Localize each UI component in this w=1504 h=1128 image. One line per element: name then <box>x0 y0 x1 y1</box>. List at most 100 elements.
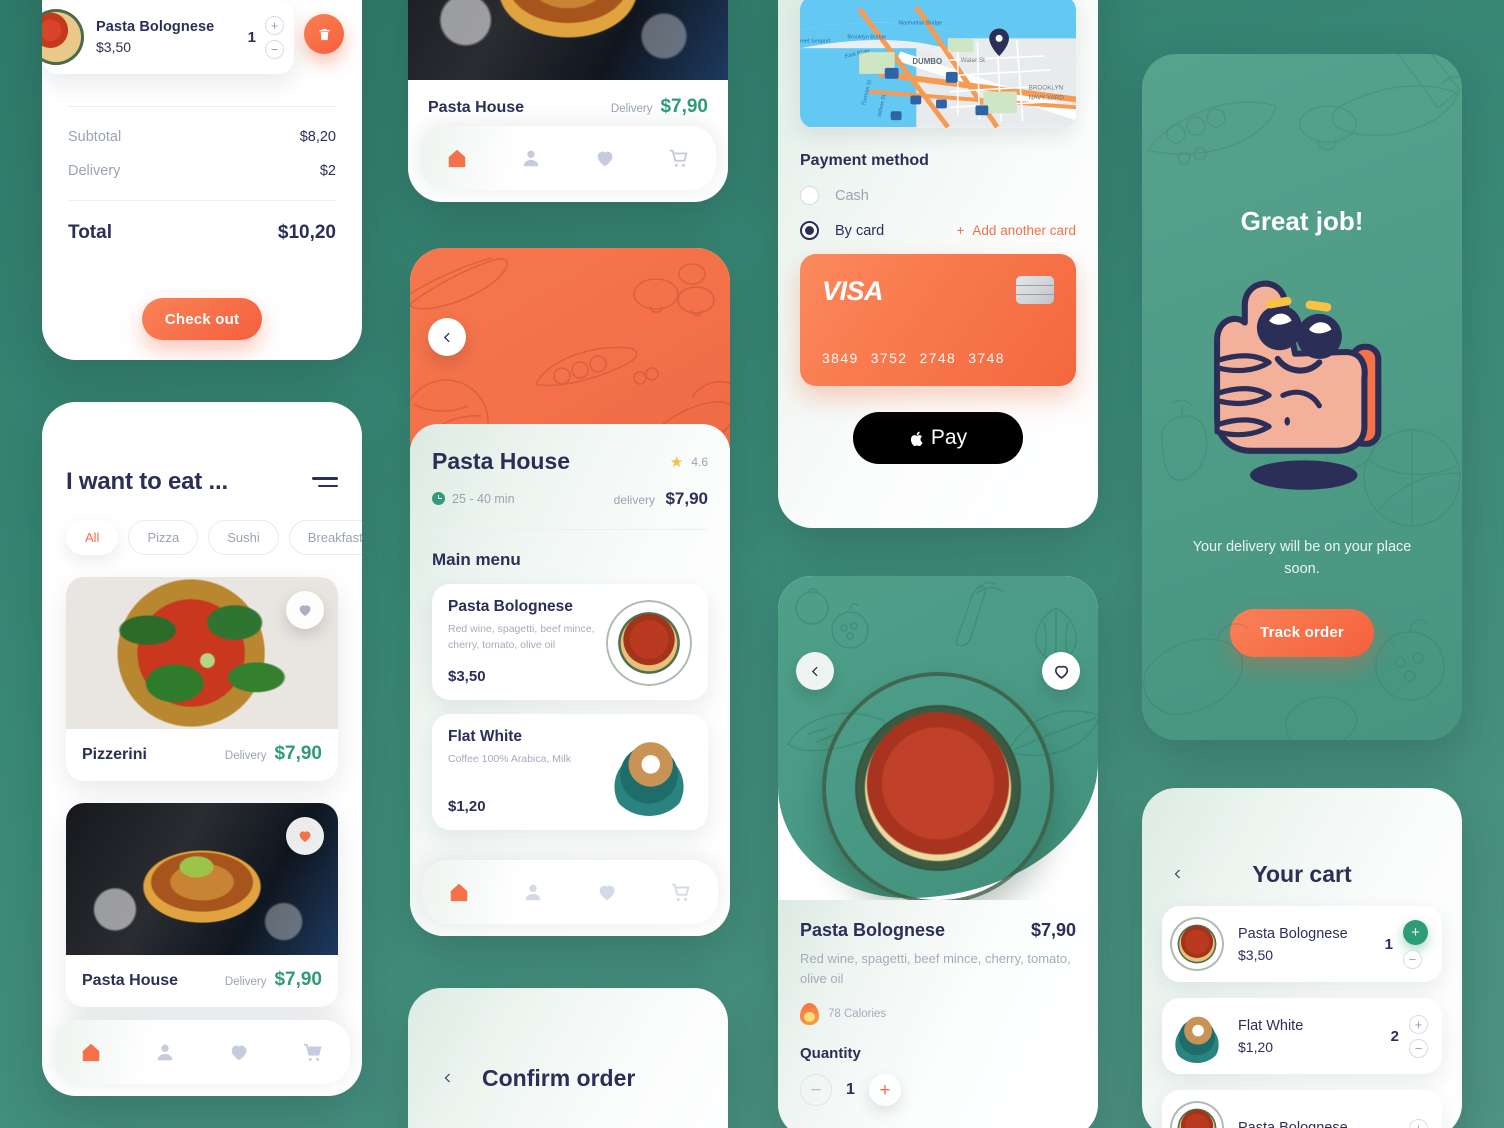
heart-icon[interactable] <box>228 1041 250 1063</box>
thumbs-up-mascot-icon <box>1214 280 1382 490</box>
mockup-stage: Pasta Bolognese $3,50 1 + − Subtotal $8,… <box>0 0 1504 1128</box>
favorite-button[interactable] <box>286 817 324 855</box>
menu-item-pasta-bolognese[interactable]: Pasta Bolognese Red wine, spagetti, beef… <box>432 584 708 700</box>
bottom-tab-bar <box>422 860 718 924</box>
home-icon[interactable] <box>448 881 470 903</box>
quantity-value: 1 <box>846 1081 855 1099</box>
chevron-left-icon <box>443 332 450 342</box>
restaurant-card-pasta-house[interactable]: Pasta House Delivery $7,90 <box>66 803 338 1007</box>
back-button[interactable] <box>1162 858 1194 890</box>
radio-by-card[interactable] <box>800 221 819 240</box>
restaurant-name: Pizzerini <box>82 746 147 763</box>
cart-item-name: Pasta Bolognese <box>96 19 215 35</box>
svg-text:Water St: Water St <box>961 57 986 64</box>
your-cart-screen: Your cart Pasta Bolognese $3,50 1 + − Fl… <box>1142 788 1462 1128</box>
chip-pizza[interactable]: Pizza <box>128 520 199 555</box>
increase-quantity-button[interactable]: + <box>1403 919 1428 945</box>
back-button[interactable] <box>428 318 466 356</box>
cart-list-item[interactable]: Flat White $1,20 2 + − <box>1162 998 1442 1074</box>
back-button[interactable] <box>432 1062 464 1094</box>
mushroom-illustration <box>633 263 715 317</box>
dish-price: $7,90 <box>1030 920 1076 940</box>
cart-item-name: Pasta Bolognese <box>1238 1120 1348 1128</box>
apple-pay-button[interactable]: Pay <box>853 412 1023 464</box>
delivery-map[interactable]: Manhattan Bridge Brooklyn Bridge East Ri… <box>800 0 1076 128</box>
bottom-tab-bar <box>54 1020 350 1084</box>
restaurant-name: Pasta House <box>82 972 179 989</box>
favorite-button[interactable] <box>286 591 324 629</box>
chip-sushi[interactable]: Sushi <box>208 520 279 555</box>
decrease-quantity-button[interactable]: − <box>265 39 284 59</box>
cart-item-price: $3,50 <box>1238 946 1274 963</box>
restaurant-delivery-label: Delivery <box>224 976 267 988</box>
pea-pod-illustration <box>1146 101 1277 165</box>
back-button[interactable] <box>796 652 834 690</box>
home-icon[interactable] <box>80 1041 102 1063</box>
clock-icon <box>432 492 445 505</box>
decrease-quantity-button[interactable]: − <box>800 1074 832 1107</box>
svg-text:Brooklyn Bridge: Brooklyn Bridge <box>847 34 886 40</box>
heart-icon[interactable] <box>594 147 616 169</box>
cart-line-item[interactable]: Pasta Bolognese $3,50 1 + − <box>42 0 294 74</box>
credit-card[interactable]: VISA 3849 3752 2748 3748 <box>800 254 1076 386</box>
delivery-fee-value: $7,90 <box>665 489 708 508</box>
plus-icon: + <box>956 223 965 238</box>
delivery-row: Delivery $2 <box>68 163 336 179</box>
restaurant-delivery-label: Delivery <box>610 103 653 115</box>
cart-item-name: Flat White <box>1238 1017 1304 1034</box>
add-card-label: Add another card <box>972 223 1076 238</box>
quantity-stepper: + − <box>265 15 284 59</box>
menu-icon[interactable] <box>312 477 338 487</box>
menu-item-flat-white[interactable]: Flat White Coffee 100% Arabica, Milk $1,… <box>432 714 708 830</box>
menu-item-name: Pasta Bolognese <box>448 598 573 615</box>
cart-icon[interactable] <box>670 881 692 903</box>
delivery-fee-label: delivery <box>613 493 655 507</box>
decrease-quantity-button[interactable]: − <box>1403 949 1422 969</box>
menu-item-photo-latte <box>606 730 692 816</box>
calories-badge: 78 Calories <box>800 1003 1076 1026</box>
cart-list-item[interactable]: Pasta Bolognese $3,50 1 + − <box>1162 906 1442 982</box>
payment-option-label: By card <box>835 222 885 239</box>
dish-thumbnail-pasta <box>1170 917 1224 971</box>
restaurant-card-pizzerini[interactable]: Pizzerini Delivery $7,90 <box>66 577 338 781</box>
cart-list-item[interactable]: Pasta Bolognese + <box>1162 1090 1442 1128</box>
carrot-illustration <box>1397 54 1461 110</box>
svg-text:BROOKLYN: BROOKLYN <box>1029 85 1064 92</box>
cart-icon[interactable] <box>302 1041 324 1063</box>
dish-thumbnail-pasta <box>42 9 84 65</box>
chip-all[interactable]: All <box>66 520 119 555</box>
delete-item-button[interactable] <box>304 14 344 54</box>
favorite-button[interactable] <box>1042 652 1080 690</box>
restaurant-rating: 4.6 <box>691 454 708 469</box>
profile-icon[interactable] <box>154 1041 176 1063</box>
profile-icon[interactable] <box>522 881 544 903</box>
dish-thumbnail-pasta <box>1170 1101 1224 1128</box>
payment-option-card[interactable]: By card + Add another card <box>800 221 1076 240</box>
restaurant-photo-pizzerini <box>66 577 338 729</box>
profile-icon[interactable] <box>520 147 542 169</box>
quantity-label: Quantity <box>800 1045 861 1063</box>
restaurant-name: Pasta House <box>432 448 571 474</box>
home-icon[interactable] <box>446 147 468 169</box>
decrease-quantity-button[interactable]: − <box>1409 1038 1428 1058</box>
chevron-left-icon <box>444 1073 450 1083</box>
payment-option-cash[interactable]: Cash <box>800 186 1076 205</box>
cart-item-quantity: 1 <box>1384 935 1393 953</box>
increase-quantity-button[interactable]: + <box>868 1074 901 1107</box>
heart-icon <box>1054 665 1068 679</box>
heart-icon[interactable] <box>596 881 618 903</box>
increase-quantity-button[interactable]: + <box>1409 1118 1428 1128</box>
restaurant-delivery-price: $7,90 <box>274 743 322 764</box>
dish-description: Red wine, spagetti, beef mince, cherry, … <box>800 951 1071 987</box>
increase-quantity-button[interactable]: + <box>265 15 284 35</box>
chip-breakfast[interactable]: Breakfast <box>288 520 362 555</box>
card-chip-icon <box>1016 276 1054 304</box>
radio-cash[interactable] <box>800 186 819 205</box>
checkout-button[interactable]: Check out <box>142 298 262 340</box>
restaurant-delivery-price: $7,90 <box>660 96 708 117</box>
add-another-card-button[interactable]: + Add another card <box>957 223 1076 238</box>
cart-icon[interactable] <box>668 147 690 169</box>
payment-option-label: Cash <box>835 187 869 204</box>
increase-quantity-button[interactable]: + <box>1409 1014 1428 1034</box>
page-title: I want to eat ... <box>66 468 228 495</box>
